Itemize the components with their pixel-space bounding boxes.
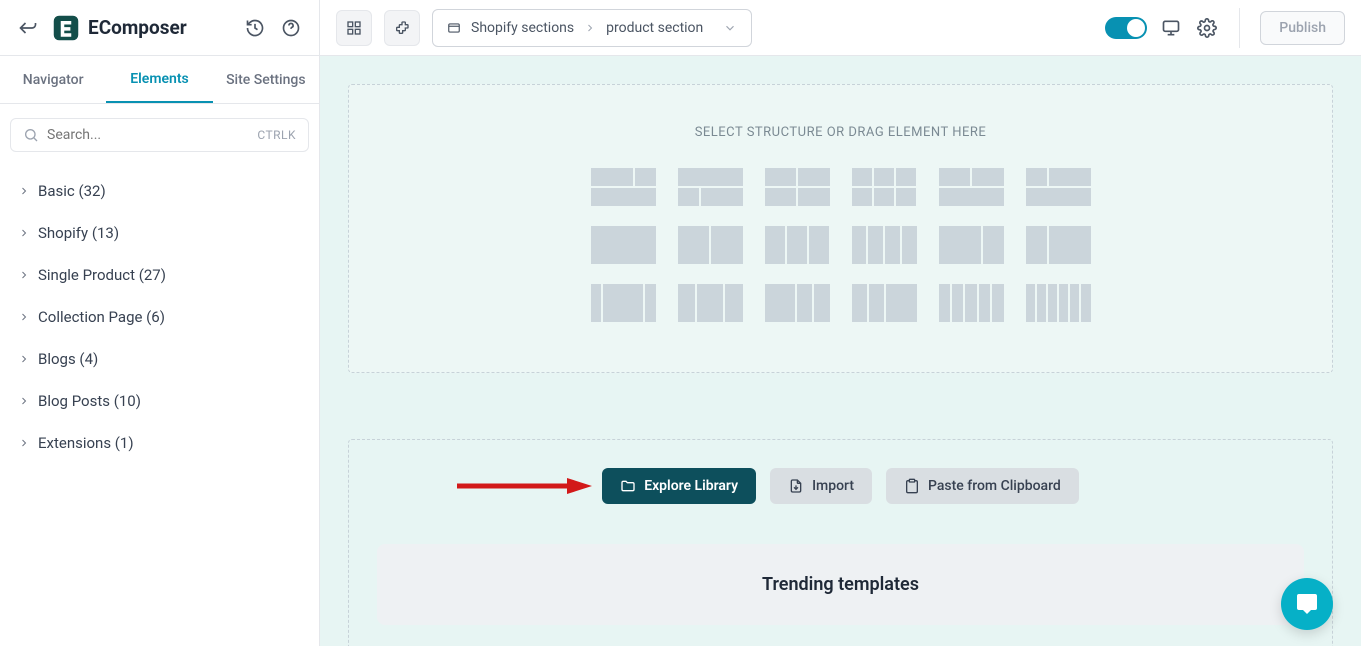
layout-option[interactable] <box>939 168 1004 206</box>
category-list: Basic (32) Shopify (13) Single Product (… <box>0 166 319 468</box>
tab-navigator[interactable]: Navigator <box>0 56 106 103</box>
layout-option[interactable] <box>939 284 1004 322</box>
grid-view-button[interactable] <box>336 10 372 46</box>
search-shortcut: CTRLK <box>257 128 296 142</box>
folder-icon <box>620 478 636 494</box>
action-zone: Explore Library Import Paste from Clipbo… <box>348 439 1333 646</box>
chat-icon <box>1295 592 1319 616</box>
annotation-arrow <box>457 476 597 496</box>
layout-option[interactable] <box>765 284 830 322</box>
layout-option[interactable] <box>591 226 656 264</box>
layout-option[interactable] <box>852 168 917 206</box>
import-button[interactable]: Import <box>770 468 872 504</box>
category-collection-page[interactable]: Collection Page (6) <box>0 296 319 338</box>
explore-library-button[interactable]: Explore Library <box>602 468 756 504</box>
chevron-down-icon <box>723 21 737 35</box>
search-field[interactable] <box>47 127 249 143</box>
category-blogs[interactable]: Blogs (4) <box>0 338 319 380</box>
back-button[interactable] <box>16 16 40 40</box>
chat-fab[interactable] <box>1281 578 1333 630</box>
layout-option[interactable] <box>1026 168 1091 206</box>
sidebar-tabs: Navigator Elements Site Settings <box>0 56 319 104</box>
settings-icon[interactable] <box>1195 16 1219 40</box>
category-extensions[interactable]: Extensions (1) <box>0 422 319 464</box>
chevron-right-icon <box>18 353 30 365</box>
layout-option[interactable] <box>1026 284 1091 322</box>
chevron-right-icon <box>584 22 596 34</box>
layout-option[interactable] <box>765 168 830 206</box>
chevron-right-icon <box>18 269 30 281</box>
addons-button[interactable] <box>384 10 420 46</box>
help-icon[interactable] <box>279 16 303 40</box>
breadcrumb-current: product section <box>606 20 703 36</box>
trending-templates-panel: Trending templates <box>377 544 1304 625</box>
structure-drop-zone[interactable]: SELECT STRUCTURE OR DRAG ELEMENT HERE <box>348 84 1333 373</box>
breadcrumb-root: Shopify sections <box>471 20 574 36</box>
chevron-right-icon <box>18 437 30 449</box>
section-icon <box>447 21 461 35</box>
tab-elements[interactable]: Elements <box>106 56 212 103</box>
layout-option[interactable] <box>591 284 656 322</box>
layout-option[interactable] <box>591 168 656 206</box>
tab-site-settings[interactable]: Site Settings <box>213 56 319 103</box>
layout-option[interactable] <box>678 226 743 264</box>
history-icon[interactable] <box>243 16 267 40</box>
theme-toggle[interactable] <box>1105 17 1147 39</box>
chevron-right-icon <box>18 395 30 407</box>
desktop-preview-icon[interactable] <box>1159 16 1183 40</box>
layout-option[interactable] <box>1026 226 1091 264</box>
publish-button[interactable]: Publish <box>1260 11 1345 45</box>
layout-option[interactable] <box>678 284 743 322</box>
chevron-right-icon <box>18 227 30 239</box>
category-shopify[interactable]: Shopify (13) <box>0 212 319 254</box>
import-icon <box>788 478 804 494</box>
breadcrumb[interactable]: Shopify sections product section <box>432 9 752 47</box>
layout-option[interactable] <box>678 168 743 206</box>
category-single-product[interactable]: Single Product (27) <box>0 254 319 296</box>
brand-name: EComposer <box>88 16 187 39</box>
clipboard-icon <box>904 478 920 494</box>
layout-option[interactable] <box>765 226 830 264</box>
category-blog-posts[interactable]: Blog Posts (10) <box>0 380 319 422</box>
search-input[interactable]: CTRLK <box>10 118 309 152</box>
category-basic[interactable]: Basic (32) <box>0 170 319 212</box>
chevron-right-icon <box>18 311 30 323</box>
paste-clipboard-button[interactable]: Paste from Clipboard <box>886 468 1079 504</box>
layout-option[interactable] <box>852 284 917 322</box>
brand-logo: EComposer <box>52 14 231 42</box>
search-icon <box>23 127 39 143</box>
layout-option[interactable] <box>852 226 917 264</box>
chevron-right-icon <box>18 185 30 197</box>
layout-option[interactable] <box>939 226 1004 264</box>
drop-zone-hint: SELECT STRUCTURE OR DRAG ELEMENT HERE <box>409 125 1272 140</box>
trending-title: Trending templates <box>407 574 1274 595</box>
logo-icon <box>52 14 80 42</box>
